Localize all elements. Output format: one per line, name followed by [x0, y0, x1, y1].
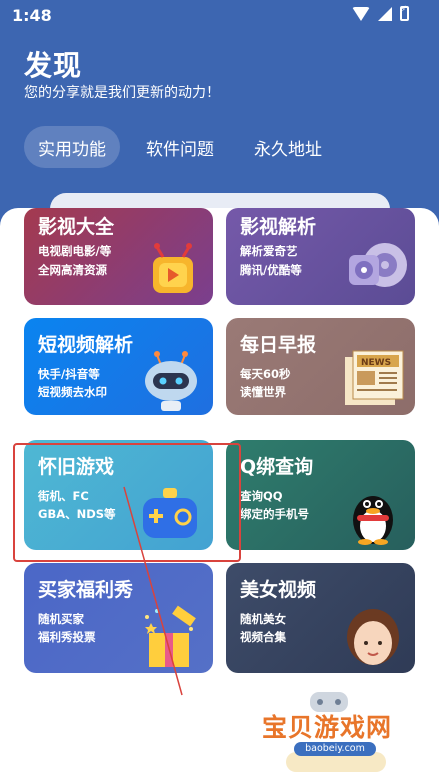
card-desc-line2: 短视频去水印	[38, 385, 107, 399]
status-bar: 1:48	[0, 0, 439, 32]
card-desc-line2: 福利秀投票	[38, 630, 96, 644]
card-daily-news[interactable]: 每日早报 每天60秒 读懂世界 NEWS	[226, 318, 415, 415]
card-desc-line2: 绑定的手机号	[240, 507, 309, 521]
card-desc-line2: 读懂世界	[240, 385, 286, 399]
card-desc-line1: 电视剧电影/等	[38, 244, 112, 258]
card-movies[interactable]: 影视大全 电视剧电影/等 全网高清资源	[24, 208, 213, 305]
tab-practical-features[interactable]: 实用功能	[24, 126, 120, 168]
card-desc-line1: 随机美女	[240, 612, 286, 626]
tv-play-icon	[153, 243, 193, 293]
watermark-text: 宝贝游戏网	[262, 713, 393, 742]
card-desc-line1: 随机买家	[38, 612, 84, 626]
card-retro-games[interactable]: 怀旧游戏 街机、FC GBA、NDS等	[24, 440, 213, 550]
card-title: 短视频解析	[38, 334, 134, 356]
film-reel-icon	[349, 243, 407, 287]
card-title: 影视大全	[38, 216, 115, 238]
card-desc-line2: GBA、NDS等	[38, 507, 116, 521]
card-short-video[interactable]: 短视频解析 快手/抖音等 短视频去水印	[24, 318, 213, 415]
battery-icon	[400, 5, 409, 21]
card-desc-line2: 腾讯/优酷等	[240, 263, 302, 277]
status-icons	[352, 5, 409, 21]
card-desc-line1: 查询QQ	[240, 489, 283, 503]
qq-penguin-icon	[353, 496, 393, 545]
tab-bar: 实用功能 软件问题 永久地址	[24, 126, 336, 168]
card-title: 买家福利秀	[38, 579, 134, 601]
card-desc-line2: 全网高清资源	[38, 263, 107, 277]
newspaper-icon: NEWS	[345, 350, 404, 405]
card-q-bind-lookup[interactable]: Q绑查询 查询QQ 绑定的手机号	[226, 440, 415, 550]
card-title: 影视解析	[240, 216, 317, 238]
watermark-url: baobeiy.com	[294, 742, 376, 756]
status-time: 1:48	[12, 6, 52, 25]
card-desc-line1: 街机、FC	[38, 489, 89, 503]
robot-icon	[145, 351, 197, 411]
card-title: 美女视频	[240, 579, 317, 601]
svg-text:NEWS: NEWS	[361, 358, 391, 368]
card-beauty-videos[interactable]: 美女视频 随机美女 视频合集	[226, 563, 415, 673]
card-desc-line2: 视频合集	[240, 630, 286, 644]
card-desc-line1: 快手/抖音等	[38, 367, 100, 381]
gift-box-icon	[145, 605, 196, 667]
tab-permanent-address[interactable]: 永久地址	[240, 126, 336, 168]
card-title: 怀旧游戏	[38, 456, 115, 478]
page-subtitle: 您的分享就是我们更新的动力！	[24, 85, 220, 101]
card-video-parse[interactable]: 影视解析 解析爱奇艺 腾讯/优酷等	[226, 208, 415, 305]
card-title: Q绑查询	[240, 456, 314, 478]
watermark-logo: 宝贝游戏网 baobeiy.com	[258, 690, 418, 774]
page-title: 发现	[24, 49, 83, 82]
gamepad-icon	[143, 488, 197, 538]
tab-software-issues[interactable]: 软件问题	[132, 126, 228, 168]
card-desc-line1: 每天60秒	[240, 367, 291, 381]
girl-avatar-icon	[347, 609, 399, 665]
signal-icon	[378, 6, 392, 21]
card-desc-line1: 解析爱奇艺	[240, 244, 298, 258]
wifi-icon	[352, 6, 370, 21]
card-buyer-show[interactable]: 买家福利秀 随机买家 福利秀投票	[24, 563, 213, 673]
card-title: 每日早报	[240, 334, 317, 356]
